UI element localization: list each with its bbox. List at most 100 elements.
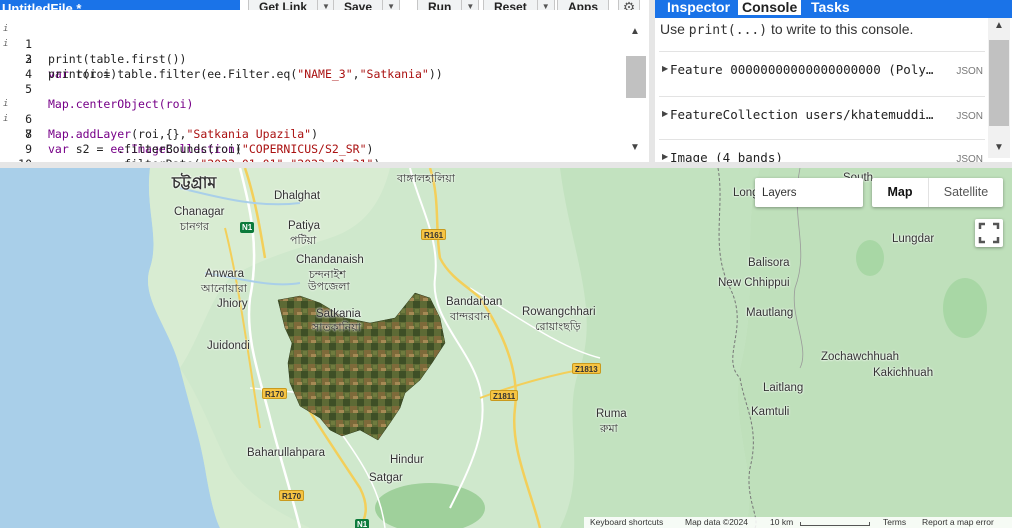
place-label: বাঙ্গালহালিয়া <box>397 173 455 185</box>
scale-bar <box>800 522 870 526</box>
place-label: Juidondi <box>207 340 250 352</box>
json-button[interactable]: JSON <box>956 66 983 77</box>
place-label: Chanagar <box>174 206 225 218</box>
code-line[interactable]: i 1 print(table.first()) <box>0 10 620 66</box>
editor-scrollbar[interactable]: ▲ ▼ <box>626 26 646 156</box>
tab-tasks[interactable]: Tasks <box>811 0 850 15</box>
console-entry[interactable]: ▶ Image (4 bands) JSON <box>659 139 985 162</box>
console-entry-text[interactable]: FeatureCollection users/khatemuddin/Bang… <box>670 107 940 122</box>
park-area <box>943 278 987 338</box>
place-label: উপজেলা <box>308 281 350 293</box>
place-label: রোয়াংছড়ি <box>535 321 581 333</box>
fullscreen-icon <box>978 222 1000 244</box>
place-label: Kamtuli <box>751 406 790 418</box>
place-label: চট্টগ্রাম <box>172 175 217 192</box>
console-entry[interactable]: ▶ Feature 00000000000000000000 (Polygon,… <box>659 51 985 89</box>
console-entry[interactable]: ▶ FeatureCollection users/khatemuddin/Ba… <box>659 96 985 134</box>
map-footer: Keyboard shortcuts Map data ©2024 10 km … <box>584 517 1012 528</box>
place-label: Chandanaish <box>296 254 364 266</box>
place-label: Ruma <box>596 408 627 420</box>
code-line[interactable]: 8 .filterBounds(roi) <box>0 112 620 156</box>
road-badge: Z1811 <box>490 390 519 401</box>
place-label: New Chhippui <box>718 277 790 289</box>
park-area <box>375 483 485 528</box>
console-scrollbar[interactable]: ▲ ▼ <box>988 18 1010 158</box>
map-type-map-button[interactable]: Map <box>872 178 928 207</box>
code-line[interactable]: i 6 Map.addLayer(roi,{},"Satkania Upazil… <box>0 82 620 141</box>
code-line[interactable]: 10 .select(["B4","B3","B2","B8"]) <box>0 142 620 162</box>
keyboard-shortcuts-link[interactable]: Keyboard shortcuts <box>590 517 663 528</box>
place-label: Anwara <box>205 268 244 280</box>
forest-area <box>560 168 760 528</box>
satellite-layer <box>277 292 446 441</box>
map-canvas[interactable]: চট্টগ্রাম Dhalghat Chandanaish চন্দনাইশ … <box>0 168 1012 528</box>
report-error-link[interactable]: Report a map error <box>922 517 994 528</box>
forest-area <box>737 168 1012 528</box>
code-line[interactable]: i 7 var s2 = ee.ImageCollection("COPERNI… <box>0 97 620 156</box>
place-label: Kakichhuah <box>873 367 934 379</box>
place-label: Rowangchhari <box>522 306 596 318</box>
highway <box>428 168 542 528</box>
place-label: Bandarban <box>446 296 503 308</box>
code-line[interactable]: 5 Map.centerObject(roi) <box>0 67 620 111</box>
place-label: Mautlang <box>746 307 794 319</box>
map-data-attribution: Map data ©2024 <box>685 517 748 527</box>
code-line[interactable]: 3 print(roi) <box>0 37 620 81</box>
fullscreen-button[interactable] <box>975 219 1003 247</box>
place-label: Zochawchhuah <box>821 351 899 363</box>
place-label: রুমা <box>600 423 618 435</box>
scroll-up-icon[interactable]: ▲ <box>994 20 1004 31</box>
place-label: Patiya <box>288 220 320 232</box>
editor-scroll-thumb[interactable] <box>626 56 646 98</box>
place-label: Balisora <box>748 257 790 269</box>
road-badge: Z1813 <box>572 363 601 374</box>
map-type-satellite-button[interactable]: Satellite <box>928 178 1003 207</box>
place-label: Lungdar <box>892 233 935 245</box>
place-label: Hindur <box>390 454 424 466</box>
code-editor[interactable]: i 1 print(table.first()) i 2 var roi = t… <box>0 10 648 162</box>
console-hint-text: Use <box>660 21 689 37</box>
code-line[interactable]: i 2 var roi = table.filter(ee.Filter.eq(… <box>0 22 620 81</box>
terms-link[interactable]: Terms <box>883 517 906 528</box>
place-label: Laitlang <box>763 382 804 394</box>
place-label: Satgar <box>369 472 403 484</box>
expand-triangle-icon[interactable]: ▶ <box>662 109 668 118</box>
right-panel-tabs: Inspector Console Tasks <box>655 0 1012 18</box>
place-label: সাতকানিয়া <box>312 322 361 334</box>
console-hint-code: print(...) <box>688 23 768 38</box>
park-area <box>856 240 884 276</box>
place-label: Jhiory <box>217 298 248 310</box>
place-label: পটিয়া <box>290 235 317 247</box>
console-entry-text[interactable]: Feature 00000000000000000000 (Polygon, 1… <box>670 62 940 77</box>
scroll-down-icon[interactable]: ▼ <box>994 142 1004 153</box>
scale-label: 10 km <box>770 517 794 527</box>
road-badge: N1 <box>240 222 255 233</box>
place-label: Dhalghat <box>274 190 321 202</box>
scroll-down-icon[interactable]: ▼ <box>630 142 640 153</box>
place-label: চানগর <box>180 221 209 233</box>
console-hint-text: to write to this console. <box>767 21 914 37</box>
code-line[interactable]: 4 <box>0 52 620 81</box>
road-badge: N1 <box>355 519 370 528</box>
road-badge: R170 <box>262 388 288 399</box>
expand-triangle-icon[interactable]: ▶ <box>662 152 668 161</box>
place-label: আনোয়ারা <box>201 283 247 295</box>
console-hint: Use print(...) to write to this console. <box>660 21 913 38</box>
map-base <box>0 168 1012 528</box>
json-button[interactable]: JSON <box>956 111 983 122</box>
place-label: বান্দরবান <box>450 311 491 323</box>
road-badge: R170 <box>279 490 305 501</box>
place-label: Baharullahpara <box>247 447 326 459</box>
code-line[interactable]: 9 .filterDate("2023-01-01","2023-01-31") <box>0 127 620 162</box>
json-button[interactable]: JSON <box>956 154 983 162</box>
console-scroll-thumb[interactable] <box>989 40 1009 126</box>
road-badge: R161 <box>421 229 447 240</box>
expand-triangle-icon[interactable]: ▶ <box>662 64 668 73</box>
layers-button[interactable]: Layers <box>755 178 863 207</box>
console-entry-text[interactable]: Image (4 bands) <box>670 150 940 162</box>
console-panel: Use print(...) to write to this console.… <box>655 18 1012 162</box>
map-type-control: Map Satellite <box>872 178 1003 207</box>
scroll-up-icon[interactable]: ▲ <box>630 26 640 37</box>
tab-console[interactable]: Console <box>738 0 802 15</box>
tab-inspector[interactable]: Inspector <box>667 0 730 15</box>
